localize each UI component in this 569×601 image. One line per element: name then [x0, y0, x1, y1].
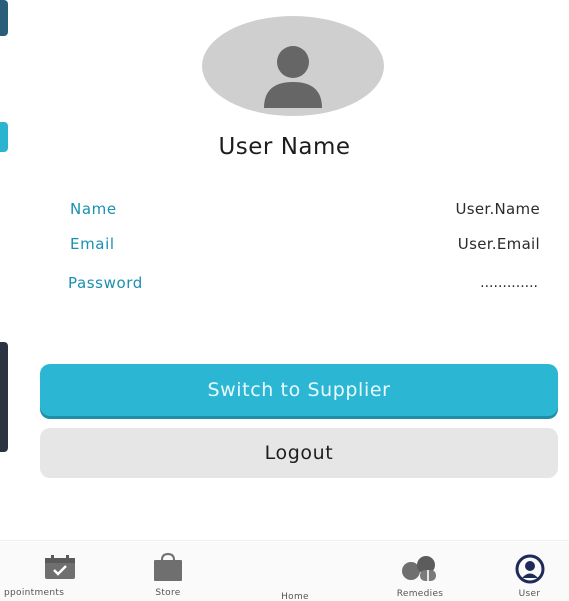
email-value: User.Email [457, 235, 540, 253]
password-row: Password ............. [68, 270, 538, 296]
email-label: Email [70, 235, 115, 253]
nav-divider [0, 540, 569, 541]
nav-item-appointments[interactable]: ppointments [0, 542, 120, 601]
name-value: User.Name [455, 200, 540, 218]
password-label: Password [68, 274, 143, 292]
pills-icon [400, 554, 440, 586]
left-edge-artifact [0, 0, 8, 36]
person-avatar-icon [264, 46, 322, 108]
switch-to-supplier-button[interactable]: Switch to Supplier [40, 364, 558, 416]
name-row: Name User.Name [70, 196, 540, 222]
profile-screen: User Name Name User.Name Email User.Emai… [0, 0, 569, 601]
bottom-nav: ppointments Store Home Remedies User [0, 542, 569, 601]
nav-label-store: Store [155, 588, 181, 598]
nav-label-user: User [518, 589, 541, 599]
page-title: User Name [218, 134, 351, 160]
nav-item-home[interactable]: Home [250, 542, 340, 601]
nav-label-remedies: Remedies [396, 589, 444, 599]
nav-label-home: Home [281, 592, 309, 601]
left-edge-artifact [0, 342, 8, 452]
nav-item-remedies[interactable]: Remedies [370, 542, 470, 601]
nav-label-appointments: ppointments [4, 588, 65, 598]
user-circle-icon [515, 554, 545, 588]
nav-item-store[interactable]: Store [128, 542, 208, 601]
logout-button[interactable]: Logout [40, 428, 558, 478]
calendar-check-icon [43, 554, 77, 584]
password-value: ............. [480, 275, 538, 291]
nav-item-user[interactable]: User [490, 542, 569, 601]
shopping-bag-icon [151, 552, 185, 586]
name-label: Name [70, 200, 117, 218]
avatar[interactable] [202, 16, 384, 116]
email-row: Email User.Email [70, 231, 540, 257]
